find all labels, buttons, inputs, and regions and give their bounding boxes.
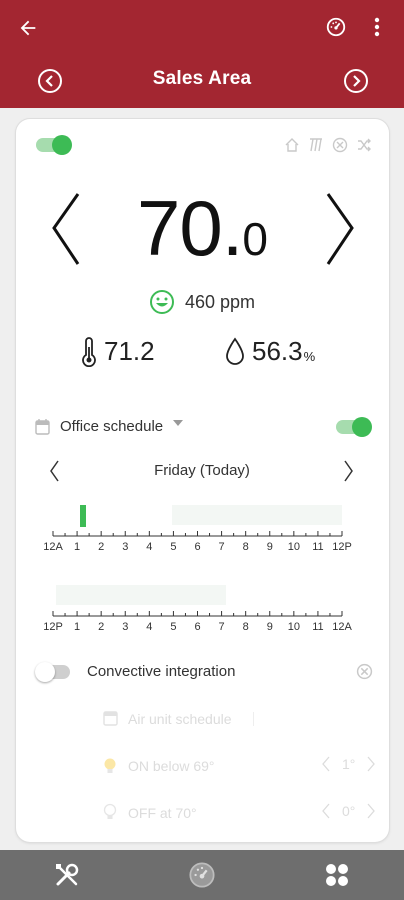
co2-value: 460 ppm	[184, 291, 256, 312]
co2-reading: 460 ppm	[0, 289, 404, 315]
gauge-icon[interactable]	[322, 13, 350, 41]
gauge-icon	[189, 862, 215, 888]
pm-timeline-tick-label: 6	[194, 621, 200, 633]
schedule-toggle[interactable]	[334, 416, 374, 438]
off-at-label: OFF at 70°	[128, 805, 197, 821]
temperature-reading: 71.2	[80, 336, 155, 367]
pm-timeline-tick-label: 4	[146, 621, 152, 633]
setpoint-whole: 70.	[136, 184, 243, 272]
off-offset-value: 0°	[342, 803, 356, 819]
am-timeline-tick-label: 2	[98, 541, 104, 553]
pm-timeline-tick-label: 8	[243, 621, 249, 633]
power-toggle[interactable]	[34, 134, 74, 156]
humidity-reading: 56.3%	[224, 336, 315, 367]
am-timeline-tick-label: 12A	[43, 541, 63, 553]
am-timeline-tick-label: 5	[170, 541, 176, 553]
app-header: Sales Area	[0, 0, 404, 108]
increase-setpoint-button[interactable]	[322, 190, 358, 270]
pm-timeline-tick-label: 5	[170, 621, 176, 633]
am-timeline[interactable]: 12A 1 2 3 4 5 6 7 8 9 10 11 12P	[40, 500, 360, 556]
am-timeline-tick-label: 10	[288, 541, 300, 553]
am-timeline-tick-label: 4	[146, 541, 152, 553]
back-arrow-icon[interactable]	[14, 14, 42, 42]
fan-icon	[356, 663, 373, 685]
shuffle-icon	[358, 138, 371, 152]
apps-icon	[326, 864, 348, 886]
fan-icon	[332, 137, 348, 153]
next-zone-button[interactable]	[342, 67, 370, 95]
pm-timeline-tick-label: 9	[267, 621, 273, 633]
on-below-label: ON below 69°	[128, 758, 215, 774]
pm-timeline-tick-label: 1	[74, 621, 80, 633]
tab-apps[interactable]	[270, 850, 404, 900]
pm-timeline-tick-label: 3	[122, 621, 128, 633]
more-vert-icon[interactable]	[364, 13, 390, 41]
tab-dashboard[interactable]	[135, 850, 269, 900]
current-time-marker	[80, 505, 86, 527]
am-timeline-schedule-band	[172, 505, 342, 525]
pm-timeline-tick-label: 2	[98, 621, 104, 633]
tools-icon	[56, 863, 79, 886]
pm-timeline[interactable]: 12P 1 2 3 4 5 6 7 8 9 10 11 12A	[40, 580, 360, 636]
pm-timeline-schedule-band	[56, 585, 226, 605]
humidity-value: 56.3	[252, 336, 303, 366]
off-offset-stepper[interactable]: 0°	[322, 803, 376, 819]
am-timeline-tick-label: 11	[312, 541, 323, 553]
convective-toggle[interactable]	[34, 661, 74, 683]
humidity-unit: %	[303, 349, 316, 364]
dropdown-arrow-icon[interactable]	[173, 413, 183, 431]
on-offset-stepper[interactable]: 1°	[322, 756, 376, 772]
am-timeline-tick-label: 6	[194, 541, 200, 553]
faded-divider	[253, 712, 254, 726]
happy-face-icon	[149, 290, 174, 314]
bulb-off-icon	[103, 803, 117, 826]
heat-icon	[310, 138, 322, 152]
am-timeline-tick-label: 8	[243, 541, 249, 553]
bottom-tab-bar	[0, 850, 404, 900]
air-unit-calendar-icon	[103, 710, 118, 731]
home-icon	[285, 138, 299, 152]
mode-icons	[284, 136, 374, 154]
bulb-on-icon	[103, 757, 117, 780]
am-timeline-tick-label: 1	[74, 541, 80, 553]
on-offset-value: 1°	[342, 756, 356, 772]
am-timeline-tick-label: 3	[122, 541, 128, 553]
schedule-selector[interactable]: Office schedule	[60, 418, 163, 435]
thermometer-icon	[82, 336, 96, 367]
am-timeline-tick-label: 7	[219, 541, 225, 553]
am-timeline-tick-label: 9	[267, 541, 273, 553]
pm-timeline-tick-label: 12P	[43, 621, 63, 633]
pm-timeline-tick-label: 12A	[332, 621, 352, 633]
tab-tools[interactable]	[0, 850, 134, 900]
next-day-button[interactable]	[343, 459, 355, 488]
water-drop-icon	[226, 336, 244, 365]
air-unit-schedule: Air unit schedule	[128, 711, 232, 727]
pm-timeline-tick-label: 7	[219, 621, 225, 633]
setpoint-decimal: 0	[242, 213, 268, 265]
convective-label: Convective integration	[87, 663, 236, 680]
temperature-value: 71.2	[104, 336, 155, 366]
am-timeline-tick-label: 12P	[332, 541, 352, 553]
pm-timeline-tick-label: 10	[288, 621, 300, 633]
pm-timeline-tick-label: 11	[312, 621, 323, 633]
calendar-icon	[35, 419, 50, 440]
